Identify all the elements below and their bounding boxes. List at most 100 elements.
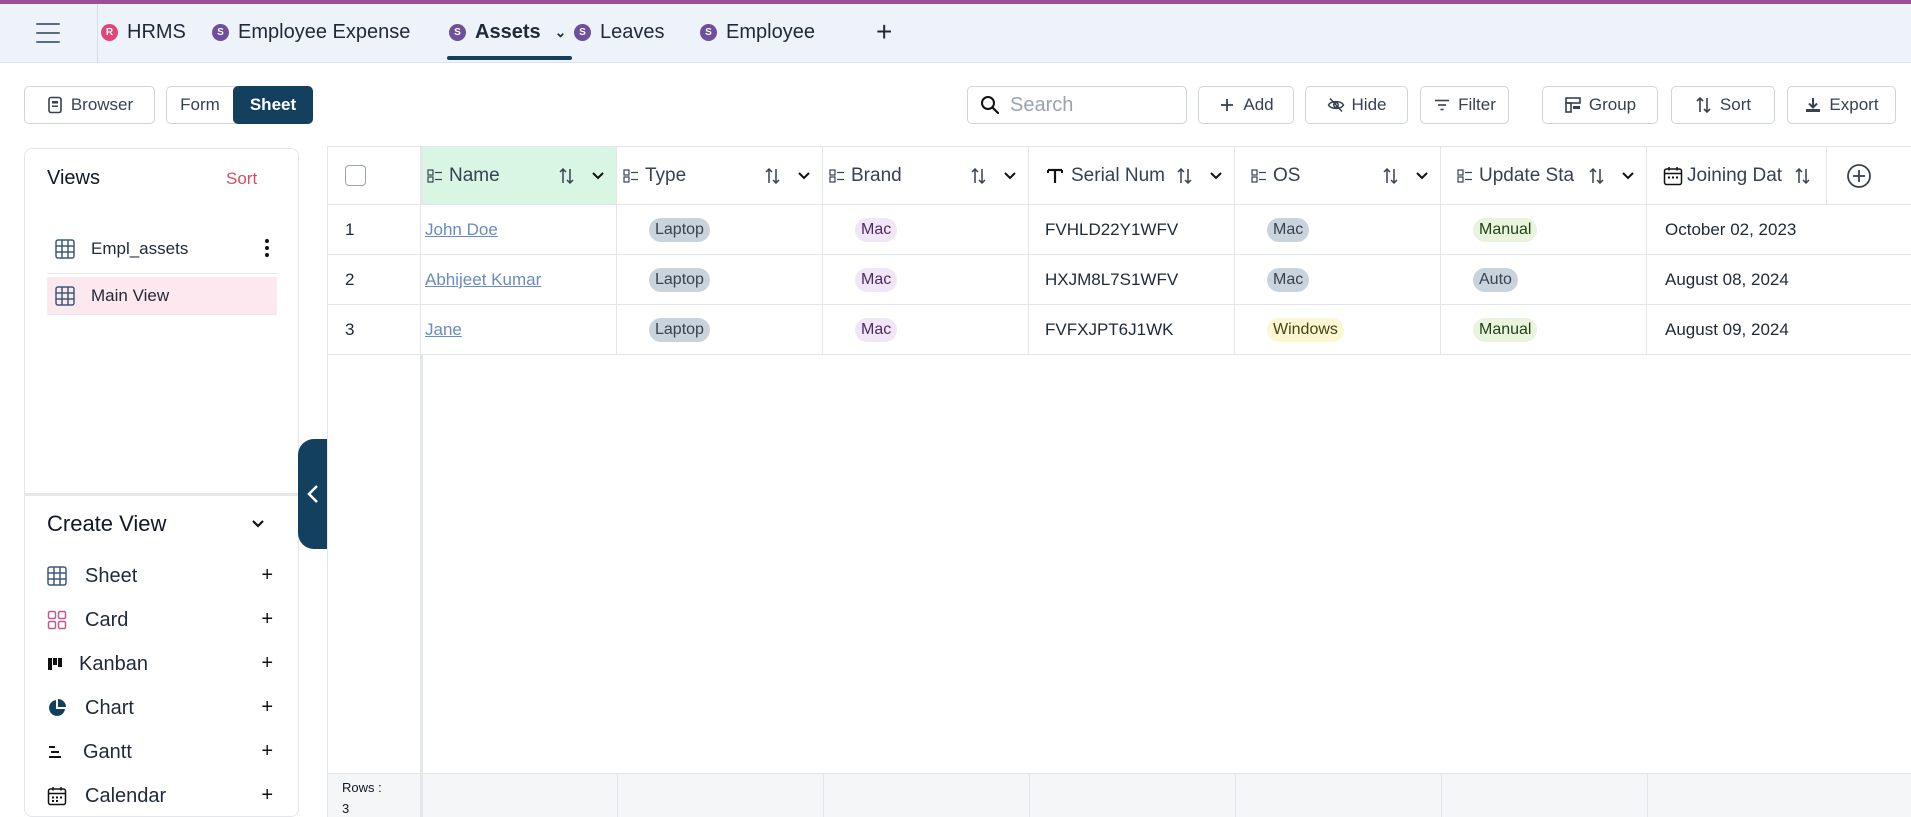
column-header-brand[interactable]: Brand	[823, 147, 1029, 205]
frozen-divider	[420, 355, 423, 817]
plus-icon[interactable]: +	[261, 608, 273, 631]
plus-icon[interactable]: +	[261, 564, 273, 587]
column-header-joining-date[interactable]: Joining Dat	[1647, 147, 1827, 205]
chart-icon	[49, 699, 66, 716]
sheet-button[interactable]: Sheet	[233, 86, 313, 124]
column-header-update-status[interactable]: Update Sta	[1441, 147, 1647, 205]
create-sheet-view[interactable]: Sheet +	[47, 561, 277, 591]
form-button[interactable]: Form	[167, 87, 233, 123]
chevron-down-icon[interactable]	[1416, 170, 1428, 182]
field-icon	[829, 168, 844, 183]
row-number: 1	[328, 205, 421, 255]
create-view-title: Create View	[47, 511, 167, 536]
column-divider	[823, 773, 824, 817]
group-icon	[1565, 97, 1581, 113]
column-label: Serial Num	[1071, 164, 1165, 186]
hide-button[interactable]: Hide	[1305, 86, 1408, 124]
column-label: Brand	[851, 164, 902, 186]
brand-tag: Mac	[855, 218, 898, 242]
create-kanban-view[interactable]: Kanban +	[47, 649, 277, 679]
data-grid: Name Type Brand Serial Num OS Update Sta…	[327, 146, 1911, 817]
view-item-empl-assets[interactable]: Empl_assets	[47, 230, 277, 268]
tab-assets[interactable]: S Assets ⌄	[449, 17, 566, 47]
select-all-checkbox[interactable]	[345, 165, 366, 186]
add-button[interactable]: Add	[1198, 86, 1294, 124]
sort-icon[interactable]	[970, 167, 988, 185]
sort-icon[interactable]	[558, 167, 576, 185]
search-box[interactable]	[967, 86, 1187, 124]
tab-label: HRMS	[127, 20, 186, 43]
add-tab-icon[interactable]: +	[876, 18, 892, 46]
collapse-sidebar-button[interactable]	[298, 439, 327, 549]
sort-label: Sort	[1719, 95, 1752, 114]
browser-button[interactable]: Browser	[24, 86, 155, 124]
os-tag: Mac	[1267, 268, 1310, 292]
sort-icon[interactable]	[1588, 167, 1606, 185]
column-header-os[interactable]: OS	[1235, 147, 1441, 205]
column-label: Type	[645, 164, 687, 186]
group-label: Group	[1588, 95, 1637, 114]
tab-divider	[97, 4, 98, 62]
create-gantt-view[interactable]: Gantt +	[47, 737, 277, 767]
menu-icon[interactable]	[36, 23, 60, 45]
plus-icon[interactable]: +	[261, 740, 273, 763]
tab-employee-expense[interactable]: S Employee Expense	[212, 17, 410, 47]
kanban-icon	[48, 658, 62, 670]
chevron-down-icon[interactable]	[592, 170, 604, 182]
create-card-view[interactable]: Card +	[47, 605, 277, 635]
more-options-icon[interactable]	[265, 239, 269, 257]
sort-button[interactable]: Sort	[1671, 86, 1775, 124]
tab-employee[interactable]: S Employee	[700, 17, 815, 47]
sort-icon[interactable]	[1382, 167, 1400, 185]
plus-icon[interactable]: +	[261, 652, 273, 675]
create-item-label: Gantt	[83, 740, 132, 763]
plus-icon[interactable]: +	[261, 696, 273, 719]
view-item-main-view[interactable]: Main View	[47, 277, 277, 315]
column-divider	[1029, 773, 1030, 817]
sort-icon[interactable]	[1176, 167, 1194, 185]
column-divider	[1441, 773, 1442, 817]
tab-badge: S	[212, 23, 229, 41]
chevron-down-icon[interactable]	[798, 170, 810, 182]
create-item-label: Calendar	[85, 784, 167, 807]
name-link[interactable]: Abhijeet Kumar	[425, 270, 541, 290]
plus-icon[interactable]: +	[261, 784, 273, 807]
chevron-down-icon[interactable]	[1622, 170, 1634, 182]
joining-date: August 09, 2024	[1665, 320, 1789, 339]
table-row[interactable]: 3 Jane Laptop Mac FVFXJPT6J1WK Windows M…	[328, 305, 1911, 355]
column-header-serial-num[interactable]: Serial Num	[1029, 147, 1235, 205]
tab-leaves[interactable]: S Leaves	[574, 17, 665, 47]
name-link[interactable]: John Doe	[425, 220, 498, 240]
name-link[interactable]: Jane	[425, 320, 462, 340]
views-sort-button[interactable]: Sort	[226, 169, 257, 189]
rows-label: Rows :	[342, 780, 382, 795]
views-title: Views	[47, 167, 100, 189]
create-item-label: Kanban	[79, 652, 148, 675]
create-chart-view[interactable]: Chart +	[47, 693, 277, 723]
rows-count: Rows : 3	[342, 777, 382, 817]
table-row[interactable]: 1 John Doe Laptop Mac FVHLD22Y1WFV Mac M…	[328, 205, 1911, 255]
rows-value: 3	[342, 801, 350, 816]
chevron-down-icon[interactable]	[251, 517, 265, 531]
sort-icon[interactable]	[764, 167, 782, 185]
column-header-type[interactable]: Type	[617, 147, 823, 205]
tab-label: Employee Expense	[238, 20, 411, 43]
column-header-name[interactable]: Name	[421, 147, 617, 205]
table-row[interactable]: 2 Abhijeet Kumar Laptop Mac HXJM8L7S1WFV…	[328, 255, 1911, 305]
sort-icon	[1696, 96, 1711, 114]
chevron-down-icon[interactable]: ⌄	[555, 24, 567, 41]
create-calendar-view[interactable]: Calendar +	[47, 781, 277, 811]
add-column-icon[interactable]	[1846, 163, 1872, 189]
serial-number: FVHLD22Y1WFV	[1029, 205, 1235, 255]
view-label: Empl_assets	[91, 239, 189, 258]
chevron-down-icon[interactable]	[1004, 170, 1016, 182]
search-input[interactable]	[1010, 93, 1170, 117]
column-label: OS	[1273, 164, 1301, 186]
grid-icon	[55, 285, 75, 306]
filter-button[interactable]: Filter	[1420, 86, 1509, 124]
tab-hrms[interactable]: R HRMS	[101, 17, 186, 47]
chevron-down-icon[interactable]	[1210, 170, 1222, 182]
export-button[interactable]: Export	[1787, 86, 1896, 124]
sort-icon[interactable]	[1794, 167, 1812, 185]
group-button[interactable]: Group	[1542, 86, 1658, 124]
